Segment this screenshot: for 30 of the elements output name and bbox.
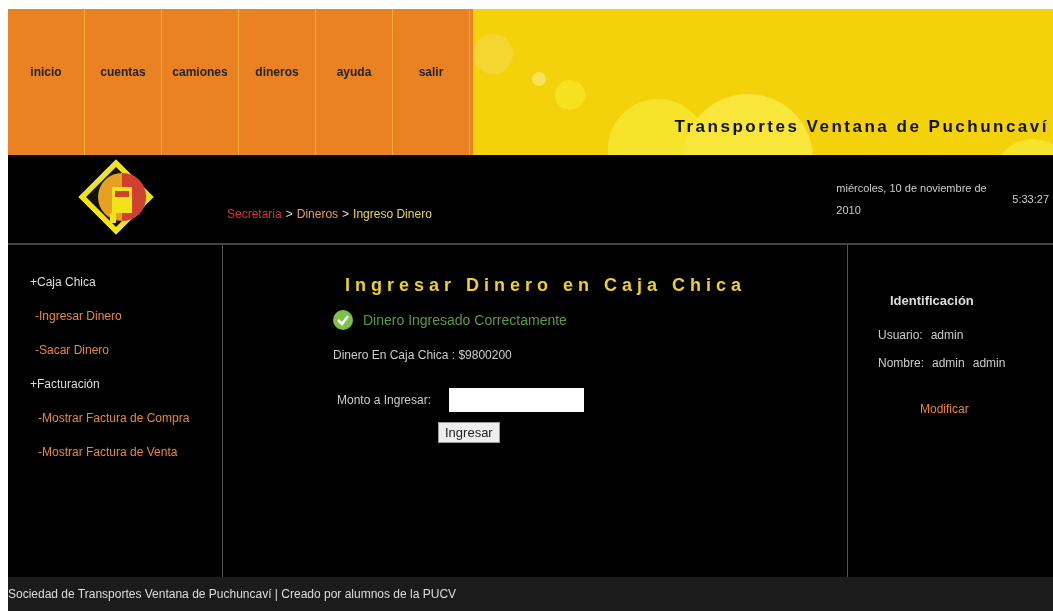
sidebar-link[interactable]: -Mostrar Factura de Compra — [38, 411, 190, 425]
submit-button[interactable]: Ingresar — [438, 422, 500, 443]
truck-logo-icon — [75, 157, 156, 237]
sidebar-link[interactable]: -Mostrar Factura de Venta — [38, 445, 178, 459]
breadcrumb-link[interactable]: Secretaria — [227, 207, 282, 221]
field-value: admin — [930, 328, 964, 342]
check-icon — [333, 310, 353, 330]
field-label: Nombre: — [878, 356, 924, 370]
form-title: Ingresar Dinero en Caja Chica — [345, 275, 747, 296]
sidebar-group[interactable]: +Facturación — [30, 377, 100, 391]
breadcrumb-separator: > — [285, 207, 293, 221]
time-text: 5:33:27 — [1012, 193, 1049, 205]
field-value: admin — [932, 356, 965, 370]
identification-title: Identificación — [890, 293, 974, 308]
modify-link[interactable]: Modificar — [920, 402, 969, 416]
amount-input-field[interactable] — [449, 388, 585, 412]
site-title: Transportes Ventana de Puchuncaví — [674, 117, 1049, 137]
breadcrumb-link[interactable]: Dineros — [296, 207, 339, 221]
footer-text: Sociedad de Transportes Ventana de Puchuncaví | Creado por alumnos de la PUCV — [8, 587, 457, 601]
breadcrumb-separator: > — [342, 207, 350, 221]
breadcrumb-link[interactable]: Ingreso Dinero — [353, 207, 432, 221]
amount-label: Monto a Ingresar: — [337, 393, 432, 407]
balance-text: Dinero En Caja Chica : $9800200 — [333, 348, 512, 362]
sidebar-link[interactable]: -Ingresar Dinero — [35, 309, 122, 323]
success-message: Dinero Ingresado Correctamente — [363, 312, 567, 328]
field-value: admin — [972, 356, 1006, 370]
date-text: miércoles, 10 de noviembre de 2010 — [836, 181, 988, 218]
sidebar-group[interactable]: +Caja Chica — [30, 275, 96, 289]
sidebar-link[interactable]: -Sacar Dinero — [35, 343, 110, 357]
field-label: Usuario: — [878, 328, 923, 342]
